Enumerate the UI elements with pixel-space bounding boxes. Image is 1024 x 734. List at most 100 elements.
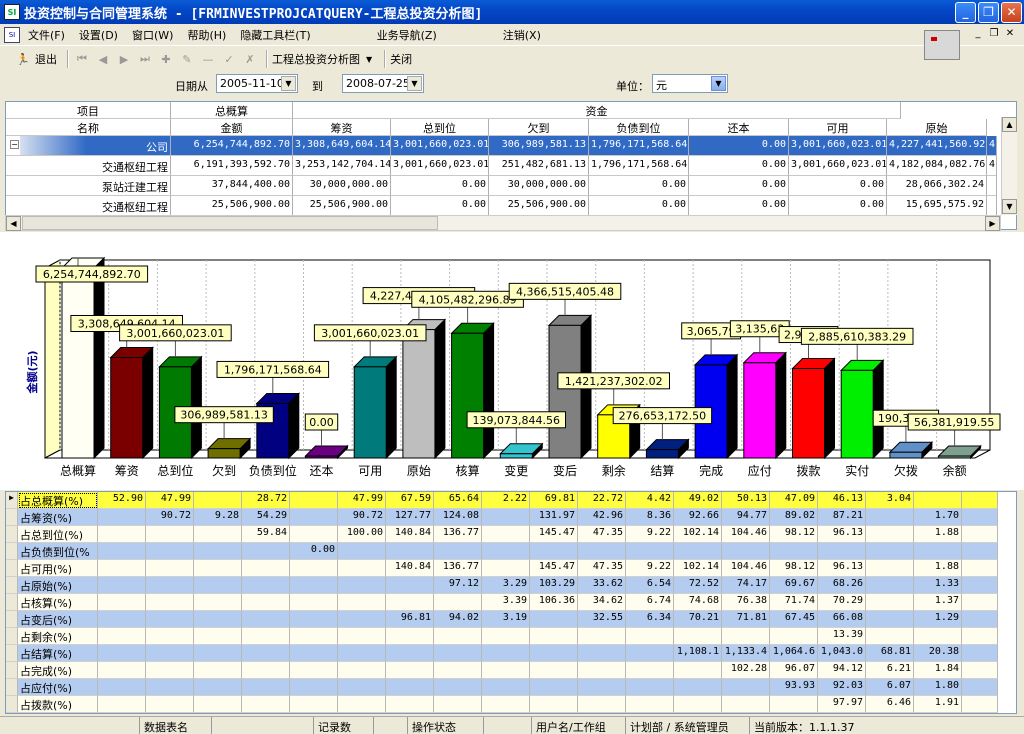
percent-cell[interactable] <box>98 679 146 696</box>
date-to-picker[interactable]: 2008-07-25 ▼ <box>342 74 424 93</box>
percent-cell[interactable] <box>770 543 818 560</box>
row-indicator[interactable] <box>6 696 18 713</box>
percent-cell[interactable]: 87.21 <box>818 509 866 526</box>
column-header[interactable]: 欠到 <box>489 119 589 136</box>
percent-cell[interactable] <box>962 645 998 662</box>
row-indicator[interactable] <box>6 679 18 696</box>
percent-cell[interactable] <box>386 662 434 679</box>
percent-cell[interactable] <box>914 543 962 560</box>
percent-cell[interactable]: 70.21 <box>674 611 722 628</box>
scroll-left-icon[interactable]: ◀ <box>6 216 21 231</box>
percent-cell[interactable] <box>290 628 338 645</box>
percent-cell[interactable] <box>98 560 146 577</box>
percent-cell[interactable] <box>194 492 242 509</box>
percent-cell[interactable] <box>338 611 386 628</box>
percent-cell[interactable] <box>146 679 194 696</box>
percent-cell[interactable] <box>338 594 386 611</box>
percent-cell[interactable] <box>866 628 914 645</box>
vertical-scrollbar[interactable]: ▲ ▼ <box>1001 117 1017 215</box>
percent-cell[interactable]: 94.77 <box>722 509 770 526</box>
percent-cell[interactable]: 47.35 <box>578 560 626 577</box>
percent-cell[interactable] <box>242 696 290 713</box>
percent-cell[interactable]: 54.29 <box>242 509 290 526</box>
project-name-cell[interactable]: 公司 <box>6 136 171 156</box>
value-cell[interactable]: 0.00 <box>789 196 887 216</box>
percent-cell[interactable] <box>482 679 530 696</box>
percent-cell[interactable]: 92.66 <box>674 509 722 526</box>
row-indicator[interactable] <box>6 577 18 594</box>
percent-cell[interactable] <box>866 560 914 577</box>
percent-cell[interactable] <box>194 560 242 577</box>
percent-cell[interactable]: 90.72 <box>338 509 386 526</box>
value-cell[interactable]: 25,506,900.00 <box>171 196 293 216</box>
value-cell[interactable]: 3,001,660,023.01 <box>789 156 887 176</box>
percent-cell[interactable]: 9.28 <box>194 509 242 526</box>
percent-cell[interactable]: 136.77 <box>434 560 482 577</box>
percent-cell[interactable]: 68.26 <box>818 577 866 594</box>
dropdown-arrow-icon[interactable]: ▼ <box>366 55 372 64</box>
mdi-close-icon[interactable]: ✕ <box>1002 26 1018 40</box>
percent-cell[interactable] <box>146 560 194 577</box>
value-cell[interactable]: 0.00 <box>589 176 689 196</box>
percent-cell[interactable] <box>434 594 482 611</box>
metric-name-cell[interactable]: 占可用(%) <box>18 560 98 577</box>
value-cell[interactable]: 3,308,649,604.14 <box>293 136 391 156</box>
percent-cell[interactable]: 47.99 <box>338 492 386 509</box>
percent-cell[interactable]: 96.07 <box>770 662 818 679</box>
percent-cell[interactable] <box>98 577 146 594</box>
percent-cell[interactable] <box>578 543 626 560</box>
last-record-icon[interactable]: ⏭ <box>136 50 154 68</box>
percent-cell[interactable] <box>386 696 434 713</box>
percent-cell[interactable]: 69.81 <box>530 492 578 509</box>
percent-cell[interactable] <box>338 662 386 679</box>
percent-cell[interactable] <box>578 662 626 679</box>
value-cell[interactable]: 4 <box>987 136 997 156</box>
percent-cell[interactable] <box>722 628 770 645</box>
value-cell[interactable]: 4 <box>987 156 997 176</box>
percent-cell[interactable] <box>242 577 290 594</box>
percent-cell[interactable]: 94.12 <box>818 662 866 679</box>
title-bar[interactable]: SI 投资控制与合同管理系统 - [FRMINVESTPROJCATQUERY-… <box>0 0 1024 24</box>
value-cell[interactable]: 0.00 <box>391 176 489 196</box>
table-row[interactable]: 泵站迁建工程 37,844,400.00 30,000,000.00 0.00 30,0… <box>6 176 997 196</box>
percent-cell[interactable]: 1.84 <box>914 662 962 679</box>
percent-cell[interactable] <box>338 645 386 662</box>
percent-cell[interactable] <box>194 696 242 713</box>
metric-name-cell[interactable]: 占拨款(%) <box>18 696 98 713</box>
percent-cell[interactable]: 49.02 <box>674 492 722 509</box>
next-record-icon[interactable]: ▶ <box>115 50 133 68</box>
percent-cell[interactable]: 104.46 <box>722 526 770 543</box>
percent-cell[interactable]: 1.37 <box>914 594 962 611</box>
percent-cell[interactable] <box>290 560 338 577</box>
percent-cell[interactable]: 3.29 <box>482 577 530 594</box>
percent-cell[interactable] <box>578 696 626 713</box>
percent-cell[interactable] <box>530 696 578 713</box>
percent-cell[interactable] <box>770 696 818 713</box>
first-record-icon[interactable]: ⏮ <box>73 50 91 68</box>
percent-cell[interactable]: 1,133.4 <box>722 645 770 662</box>
percent-cell[interactable] <box>482 645 530 662</box>
metric-name-cell[interactable]: 占总到位(%) <box>18 526 98 543</box>
column-header[interactable]: 还本 <box>689 119 789 136</box>
table-row[interactable]: 占可用(%) 140.84 136.77 145.47 47.35 9.22 102.14 1… <box>6 560 998 577</box>
percent-cell[interactable] <box>962 560 998 577</box>
percent-cell[interactable]: 50.13 <box>722 492 770 509</box>
percent-cell[interactable] <box>146 594 194 611</box>
mdi-minimize-icon[interactable]: _ <box>970 26 986 40</box>
menu-file[interactable]: 文件(F) <box>28 27 65 43</box>
value-cell[interactable]: 0.00 <box>391 196 489 216</box>
percent-cell[interactable] <box>578 645 626 662</box>
value-cell[interactable]: 30,000,000.00 <box>489 176 589 196</box>
percent-cell[interactable]: 69.67 <box>770 577 818 594</box>
table-row[interactable]: 占剩余(%) 13.39 <box>6 628 998 645</box>
percent-cell[interactable]: 102.28 <box>722 662 770 679</box>
percent-cell[interactable] <box>482 526 530 543</box>
value-cell[interactable]: 6,191,393,592.70 <box>171 156 293 176</box>
value-cell[interactable]: 37,844,400.00 <box>171 176 293 196</box>
percent-cell[interactable]: 6.07 <box>866 679 914 696</box>
percent-cell[interactable]: 96.81 <box>386 611 434 628</box>
table-row[interactable]: 占原始(%) 97.12 3.29 103.29 33.62 6.54 72.52 74.17… <box>6 577 998 594</box>
percent-cell[interactable]: 6.21 <box>866 662 914 679</box>
percent-cell[interactable]: 47.35 <box>578 526 626 543</box>
percent-cell[interactable]: 1,043.0 <box>818 645 866 662</box>
